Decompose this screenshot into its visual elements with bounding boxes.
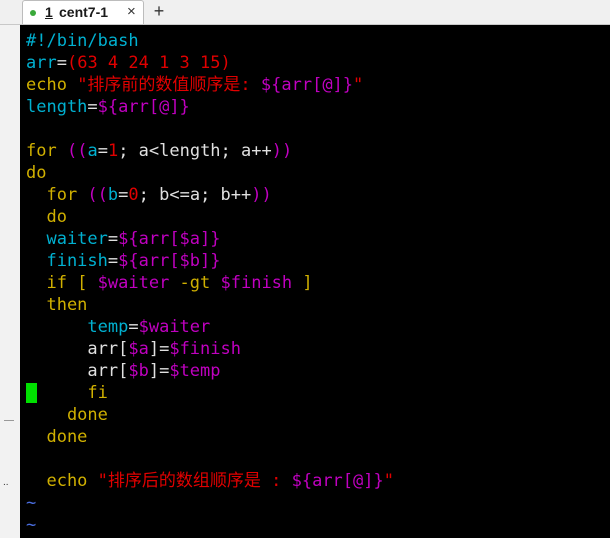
tab-cent7-1[interactable]: 1 cent7-1 ×	[22, 0, 144, 24]
code-line: #!/bin/bash	[26, 30, 394, 52]
margin-divider	[4, 420, 14, 421]
code-line: length=${arr[@]}	[26, 96, 394, 118]
code-token: ))	[271, 141, 293, 161]
code-token: "	[383, 471, 394, 491]
code-token: echo	[26, 471, 98, 491]
code-token: (63 4 24 1 3 15)	[66, 53, 231, 73]
code-token: ${arr[@]}	[291, 471, 384, 491]
code-token: for	[26, 141, 67, 161]
code-token: ${arr[$b]}	[118, 251, 221, 271]
code-token: =	[107, 251, 119, 271]
code-token: $a	[128, 339, 149, 359]
code-line: arr[$b]=$temp	[26, 360, 394, 382]
empty-line-tilde: ~	[26, 493, 37, 513]
code-token: $b	[128, 361, 149, 381]
code-token: waiter	[26, 229, 108, 249]
code-token: ]=	[148, 339, 170, 359]
code-token: $waiter	[97, 273, 170, 293]
tab-number: 1	[45, 4, 53, 20]
code-line: temp=$waiter	[26, 316, 394, 338]
code-line: echo "排序前的数值顺序是: ${arr[@]}"	[26, 74, 394, 96]
code-line: if [ $waiter -gt $finish ]	[26, 272, 394, 294]
code-token: ))	[251, 185, 272, 205]
code-token: =	[87, 97, 98, 117]
code-line: done	[26, 426, 394, 448]
code-token: if [	[26, 273, 98, 293]
tab-bar: 1 cent7-1 × +	[0, 0, 610, 25]
code-token: do	[26, 163, 47, 183]
connection-status-icon	[30, 10, 36, 16]
code-token: ((	[87, 185, 108, 205]
code-token: ${arr[@]}	[260, 75, 354, 95]
code-token: $waiter	[138, 317, 211, 337]
code-token: arr	[26, 53, 57, 73]
code-line: finish=${arr[$b]}	[26, 250, 394, 272]
code-token: echo	[26, 75, 78, 95]
code-token: ((	[66, 141, 88, 161]
code-token: a	[87, 141, 98, 161]
terminal-pane[interactable]: #!/bin/bash arr=(63 4 24 1 3 15) echo "排序前…	[20, 25, 610, 538]
tab-title: cent7-1	[59, 4, 109, 20]
code-token: =	[118, 185, 129, 205]
code-line: echo "排序后的数组顺序是 : ${arr[@]}"	[26, 470, 394, 492]
code-token: ${arr[@]}	[97, 97, 190, 117]
code-line: arr[$a]=$finish	[26, 338, 394, 360]
code-token: arr[	[26, 361, 129, 381]
code-token: =	[97, 141, 108, 161]
code-token: 1	[107, 141, 119, 161]
code-token: fi	[26, 383, 108, 403]
code-token: "	[353, 75, 364, 95]
code-line: fi	[26, 382, 394, 404]
code-token: "排序后的数组顺序是 :	[97, 471, 292, 491]
code-token: then	[26, 295, 88, 315]
code-token: 0	[128, 185, 139, 205]
code-line: done	[26, 404, 394, 426]
code-token: $temp	[169, 361, 221, 381]
left-margin-strip: ..	[0, 25, 20, 538]
code-token: ${arr[$a]}	[118, 229, 221, 249]
empty-line-tilde: ~	[26, 515, 37, 535]
code-token: "排序前的数值顺序是:	[77, 75, 261, 95]
margin-marker: ..	[3, 477, 9, 488]
code-line: for ((a=1; a<length; a++))	[26, 140, 394, 162]
code-token: ]	[292, 273, 313, 293]
code-token: =	[107, 229, 119, 249]
code-token: -gt	[169, 273, 221, 293]
code-line: arr=(63 4 24 1 3 15)	[26, 52, 394, 74]
code-token: for	[26, 185, 88, 205]
code-line: do	[26, 206, 394, 228]
code-token: arr[	[26, 339, 129, 359]
code-token: $finish	[169, 339, 241, 359]
code-line: for ((b=0; b<=a; b++))	[26, 184, 394, 206]
code-token: ; b<=a; b++	[138, 185, 252, 205]
close-icon[interactable]: ×	[127, 3, 136, 20]
code-token: =	[128, 317, 139, 337]
code-token: =	[56, 53, 67, 73]
code-line: ~	[26, 492, 394, 514]
code-line: do	[26, 162, 394, 184]
text-cursor	[26, 383, 37, 403]
code-line: then	[26, 294, 394, 316]
code-token: length	[26, 97, 88, 117]
code-token: b	[107, 185, 119, 205]
code-token: #!/bin/bash	[26, 31, 139, 51]
code-line: ~	[26, 514, 394, 536]
code-line: waiter=${arr[$a]}	[26, 228, 394, 250]
new-tab-button[interactable]: +	[149, 1, 169, 23]
code-token: ]=	[148, 361, 170, 381]
code-token: do	[26, 207, 67, 227]
vim-buffer: #!/bin/bash arr=(63 4 24 1 3 15) echo "排序前…	[26, 30, 394, 536]
code-token: ; a<length; a++	[118, 141, 272, 161]
code-token: done	[26, 427, 88, 447]
code-token: done	[26, 405, 108, 425]
code-token: temp	[26, 317, 129, 337]
code-token: finish	[26, 251, 108, 271]
code-token: $finish	[220, 273, 293, 293]
